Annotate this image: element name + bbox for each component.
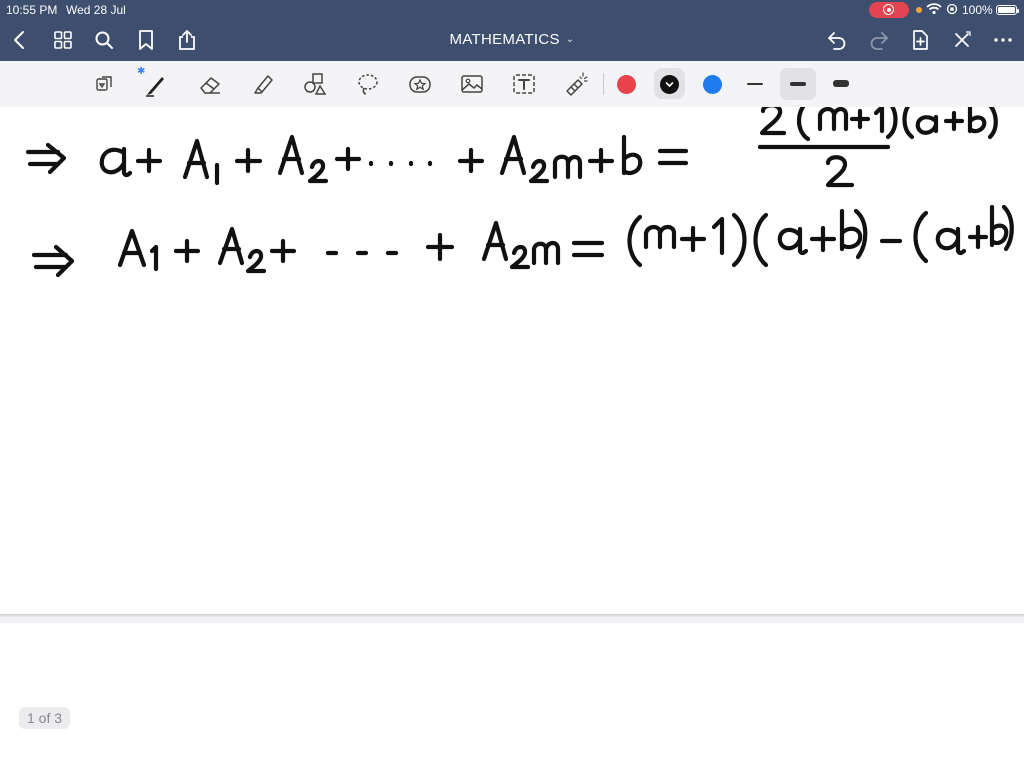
- add-page-icon[interactable]: [908, 28, 932, 52]
- navigation-bar: MATHEMATICS ⌄: [0, 20, 1024, 61]
- stroke-thick-option[interactable]: [833, 80, 849, 87]
- close-icon[interactable]: [950, 28, 974, 52]
- page-indicator[interactable]: 1 of 3: [19, 707, 71, 729]
- lasso-icon[interactable]: [92, 71, 118, 97]
- pen-icon[interactable]: [143, 71, 169, 97]
- highlighter-icon[interactable]: [250, 71, 276, 97]
- orientation-lock-icon: [946, 3, 958, 15]
- stroke-thin-option[interactable]: [747, 83, 763, 85]
- eraser-icon[interactable]: [197, 71, 223, 97]
- laser-pointer-icon[interactable]: [563, 71, 589, 97]
- battery-percent: 100%: [962, 3, 993, 17]
- status-time: 10:55 PM: [6, 3, 58, 17]
- lasso-select-icon[interactable]: [355, 71, 381, 97]
- equation-line-2: [117, 204, 1014, 274]
- chevron-down-icon: [665, 82, 674, 88]
- more-icon[interactable]: [991, 28, 1015, 52]
- status-date: Wed 28 Jul: [66, 3, 126, 17]
- stroke-medium-option[interactable]: [790, 82, 806, 86]
- equation-line-1-lhs: [99, 134, 689, 186]
- color-swatch-blue[interactable]: [703, 75, 722, 94]
- record-icon: [883, 4, 894, 15]
- tool-bar: ✱: [0, 61, 1024, 108]
- microphone-in-use-dot: [916, 7, 922, 13]
- handwritten-equations: [25, 107, 1014, 278]
- note-page[interactable]: [0, 107, 1024, 615]
- next-note-page[interactable]: [0, 623, 1024, 768]
- battery-icon: [996, 5, 1019, 15]
- toolbar-divider: [603, 73, 604, 95]
- shapes-icon[interactable]: [302, 71, 328, 97]
- sticker-icon[interactable]: [407, 71, 433, 97]
- equation-line-1-rhs: [757, 107, 998, 188]
- page-separator: [0, 614, 1024, 617]
- color-swatch-red[interactable]: [617, 75, 636, 94]
- implies-arrow-line-2: [31, 244, 75, 278]
- text-icon[interactable]: [511, 71, 537, 97]
- redo-icon[interactable]: [867, 28, 891, 52]
- chevron-down-icon[interactable]: ⌄: [566, 34, 575, 45]
- screen-recording-indicator[interactable]: [869, 2, 909, 18]
- wifi-icon: [926, 3, 942, 15]
- document-title-text[interactable]: MATHEMATICS: [450, 31, 560, 48]
- image-icon[interactable]: [459, 71, 485, 97]
- status-bar: 10:55 PM Wed 28 Jul 100%: [0, 0, 1024, 20]
- color-swatch-black[interactable]: [660, 75, 679, 94]
- undo-icon[interactable]: [825, 28, 849, 52]
- implies-arrow-line-1: [25, 142, 67, 175]
